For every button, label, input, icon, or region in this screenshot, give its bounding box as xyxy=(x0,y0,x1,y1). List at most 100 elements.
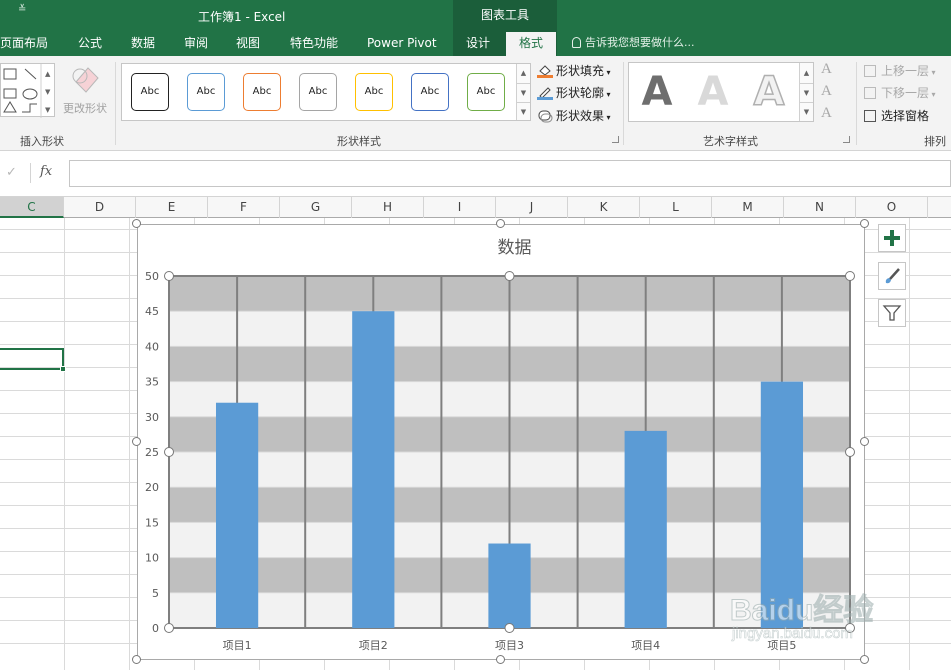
fill-handle[interactable] xyxy=(60,366,66,372)
svg-text:▲: ▲ xyxy=(45,70,51,78)
shape-style-option[interactable]: Abc xyxy=(299,73,337,111)
x-tick-label: 项目4 xyxy=(631,639,660,652)
y-tick-label: 20 xyxy=(145,481,159,494)
column-header-k[interactable]: K xyxy=(568,197,640,218)
gallery-scroll-up-button[interactable]: ▲ xyxy=(516,64,530,83)
lightbulb-icon xyxy=(572,37,581,48)
y-tick-label: 15 xyxy=(145,516,159,529)
gallery-scroll-down-button[interactable]: ▼ xyxy=(516,83,530,102)
chart-filters-button[interactable] xyxy=(878,299,906,327)
tell-me-text: 告诉我您想要做什么... xyxy=(585,36,695,49)
chart-resize-handle[interactable] xyxy=(496,655,505,664)
plot-area-handle[interactable] xyxy=(164,271,174,281)
column-header-m[interactable]: M xyxy=(712,197,784,218)
wordart-style-option[interactable]: A xyxy=(745,67,793,117)
text-fill-button[interactable]: A xyxy=(821,61,832,78)
shape-effects-icon xyxy=(537,109,553,123)
shape-style-option[interactable]: Abc xyxy=(467,73,505,111)
column-header-j[interactable]: J xyxy=(496,197,568,218)
y-tick-label: 25 xyxy=(145,446,159,459)
plot-area-handle[interactable] xyxy=(164,623,174,633)
chart-resize-handle[interactable] xyxy=(496,219,505,228)
wordart-scroll-up-button[interactable]: ▲ xyxy=(799,63,813,83)
plot-area-handle[interactable] xyxy=(504,623,515,633)
active-cell[interactable] xyxy=(0,348,66,372)
wordart-more-button[interactable]: ▼ xyxy=(799,102,813,121)
selection-pane-icon xyxy=(864,110,876,122)
paint-bucket-icon xyxy=(537,64,553,78)
column-header-l[interactable]: L xyxy=(640,197,712,218)
chart-resize-handle[interactable] xyxy=(132,437,141,446)
plot-area-handle[interactable] xyxy=(845,447,855,457)
chart-resize-handle[interactable] xyxy=(132,219,141,228)
edit-shape-button[interactable]: 更改形状 xyxy=(60,62,110,122)
wordart-scroll-down-button[interactable]: ▼ xyxy=(799,83,813,102)
shape-outline-button[interactable]: 形状轮廓 ▾ xyxy=(537,84,611,102)
data-bar xyxy=(215,402,259,628)
chart-title: 数据 xyxy=(498,238,532,258)
tab-format[interactable]: 格式 xyxy=(506,32,556,56)
plot-area-handle[interactable] xyxy=(845,271,855,281)
group-label-arrange: 排列 xyxy=(924,135,946,148)
chart-resize-handle[interactable] xyxy=(860,437,869,446)
text-effects-button[interactable]: A xyxy=(821,105,832,122)
selection-pane-button[interactable]: 选择窗格 xyxy=(864,107,929,125)
shapes-gallery[interactable]: ▲ ▼ ▼ xyxy=(0,63,55,118)
shape-style-option[interactable]: Abc xyxy=(187,73,225,111)
tab-power-pivot[interactable]: Power Pivot xyxy=(367,32,437,56)
send-backward-icon xyxy=(864,87,876,99)
tell-me-search[interactable]: 告诉我您想要做什么... xyxy=(572,32,695,56)
tab-formulas[interactable]: 公式 xyxy=(78,32,102,56)
bring-forward-button[interactable]: 上移一层 ▾ xyxy=(864,62,936,80)
chart-resize-handle[interactable] xyxy=(860,655,869,664)
plot-area-handle[interactable] xyxy=(504,271,515,281)
quick-access-menu-icon[interactable]: ≚ xyxy=(18,4,26,15)
column-header-f[interactable]: F xyxy=(208,197,280,218)
column-header-o[interactable]: O xyxy=(856,197,928,218)
insert-function-button[interactable]: fx xyxy=(40,164,52,179)
column-header-d[interactable]: D xyxy=(64,197,136,218)
formula-input[interactable] xyxy=(69,160,951,187)
wordart-dialog-launcher[interactable] xyxy=(843,136,850,143)
y-tick-label: 40 xyxy=(145,340,159,353)
chart-styles-button[interactable] xyxy=(878,262,906,290)
chart-elements-button[interactable] xyxy=(878,224,906,252)
shape-fill-button[interactable]: 形状填充 ▾ xyxy=(537,62,611,80)
text-effects-icon: A xyxy=(821,105,832,121)
plot-area-handle[interactable] xyxy=(164,447,174,457)
chart-resize-handle[interactable] xyxy=(132,655,141,664)
data-bar xyxy=(352,311,395,628)
shape-effects-button[interactable]: 形状效果 ▾ xyxy=(537,107,611,125)
tab-design[interactable]: 设计 xyxy=(466,32,490,56)
group-label-wordart-styles: 艺术字样式 xyxy=(703,135,758,148)
excel-window: ≚ 工作簿1 - Excel 图表工具 页面布局 公式 数据 审阅 视图 特色功… xyxy=(0,0,951,670)
shape-style-option[interactable]: Abc xyxy=(243,73,281,111)
shape-styles-gallery[interactable]: Abc Abc Abc Abc Abc Abc Abc ▲ ▼ ▼ xyxy=(121,63,531,121)
column-header-c[interactable]: C xyxy=(0,197,64,218)
y-tick-label: 10 xyxy=(145,552,159,565)
shape-style-option[interactable]: Abc xyxy=(355,73,393,111)
column-header-e[interactable]: E xyxy=(136,197,208,218)
selection-pane-label: 选择窗格 xyxy=(881,109,930,123)
wordart-style-option[interactable]: A xyxy=(689,67,737,117)
column-header-g[interactable]: G xyxy=(280,197,352,218)
tab-data[interactable]: 数据 xyxy=(131,32,155,56)
wordart-styles-gallery[interactable]: A A A ▲ ▼ ▼ xyxy=(628,62,814,122)
column-header-n[interactable]: N xyxy=(784,197,856,218)
wordart-style-option[interactable]: A xyxy=(633,67,681,117)
column-header-h[interactable]: H xyxy=(352,197,424,218)
y-tick-label: 45 xyxy=(145,305,159,318)
text-outline-button[interactable]: A xyxy=(821,83,832,100)
column-header-i[interactable]: I xyxy=(424,197,496,218)
tab-view[interactable]: 视图 xyxy=(236,32,260,56)
send-backward-button[interactable]: 下移一层 ▾ xyxy=(864,84,936,102)
gallery-more-button[interactable]: ▼ xyxy=(516,102,530,120)
shape-styles-dialog-launcher[interactable] xyxy=(612,136,619,143)
chart-resize-handle[interactable] xyxy=(860,219,869,228)
tab-special-features[interactable]: 特色功能 xyxy=(290,32,338,56)
shape-style-option[interactable]: Abc xyxy=(131,73,169,111)
shape-style-option[interactable]: Abc xyxy=(411,73,449,111)
tab-page-layout[interactable]: 页面布局 xyxy=(0,32,48,56)
confirm-check-icon[interactable]: ✓ xyxy=(6,165,17,180)
tab-review[interactable]: 审阅 xyxy=(184,32,208,56)
